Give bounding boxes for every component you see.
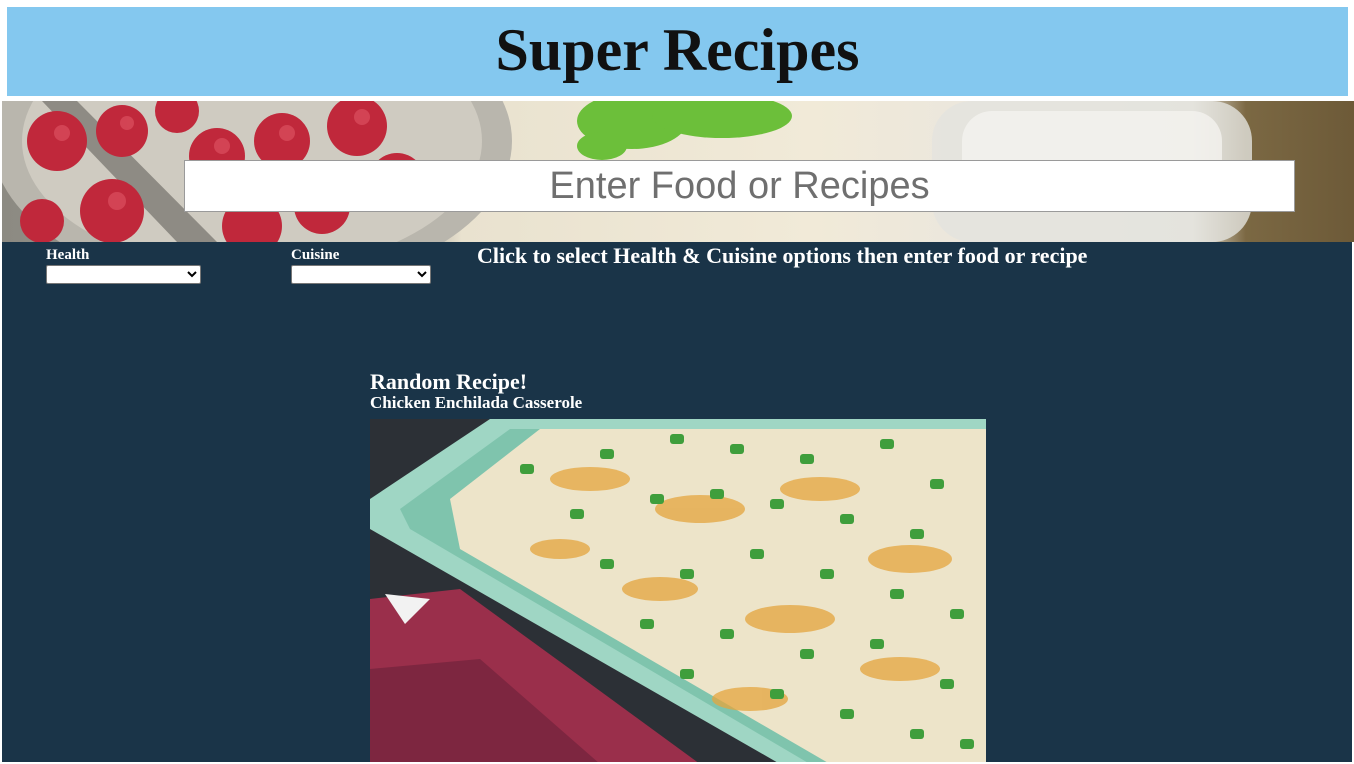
random-recipe-image[interactable] [370, 419, 986, 762]
health-select[interactable] [46, 265, 201, 284]
cuisine-label: Cuisine [291, 247, 340, 263]
health-filter: Health [46, 248, 201, 284]
health-label: Health [46, 247, 90, 263]
random-recipe-heading: Random Recipe! [370, 369, 528, 394]
casserole-photo [370, 419, 986, 762]
random-recipe-section: Random Recipe! Chicken Enchilada Cassero… [370, 369, 582, 413]
page: Super Recipes Enter Food or Recipes Heal… [0, 0, 1354, 764]
random-recipe-name[interactable]: Chicken Enchilada Casserole [370, 393, 582, 413]
site-header: Super Recipes [7, 7, 1348, 96]
site-title: Super Recipes [495, 16, 860, 83]
cuisine-filter: Cuisine [291, 248, 431, 284]
main-content: Health Cuisine Click to select Health & … [2, 242, 1352, 762]
cuisine-select[interactable] [291, 265, 431, 284]
instructions-text: Click to select Health & Cuisine options… [477, 243, 1088, 268]
search-input[interactable] [184, 160, 1295, 212]
